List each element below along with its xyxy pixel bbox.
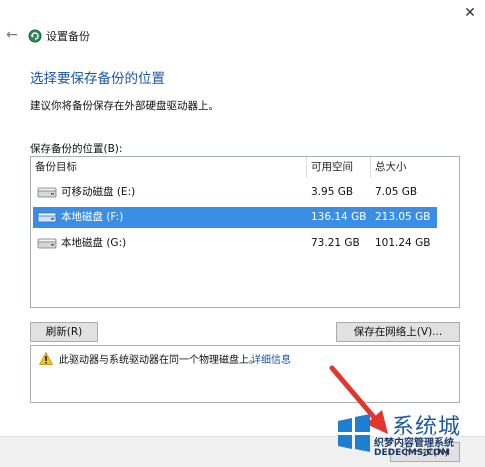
warning-icon: [39, 352, 53, 365]
drive-free-space: 73.21 GB: [311, 237, 360, 249]
page-heading: 选择要保存备份的位置: [30, 71, 165, 87]
column-header-target[interactable]: 备份目标: [31, 157, 307, 178]
windows-logo-icon: [338, 414, 370, 452]
description-text: 建议你将备份保存在外部硬盘驱动器上。: [30, 100, 219, 112]
warning-text: 此驱动器与系统驱动器在同一个物理磁盘上。: [59, 355, 259, 366]
save-on-network-button[interactable]: 保存在网络上(V)...: [336, 322, 460, 342]
drive-name: 本地磁盘 (G:): [61, 237, 127, 249]
drive-total-size: 101.24 GB: [375, 237, 431, 249]
details-link[interactable]: 详细信息: [251, 351, 291, 366]
watermark-url: DEDECMS.COM: [374, 448, 450, 458]
watermark-subtitle: 织梦内容管理系统: [374, 434, 454, 449]
location-label: 保存备份的位置(B):: [30, 143, 123, 155]
list-item-drive-f[interactable]: 本地磁盘 (F:) 136.14 GB 213.05 GB: [33, 207, 437, 228]
local-disk-icon: [37, 212, 57, 223]
drive-name: 可移动磁盘 (E:): [61, 186, 136, 198]
drive-name: 本地磁盘 (F:): [61, 211, 124, 223]
window-title: 设置备份: [46, 30, 90, 43]
removable-drive-icon: [37, 187, 57, 198]
drive-free-space: 3.95 GB: [311, 186, 354, 198]
close-icon[interactable]: ✕: [458, 2, 482, 24]
back-arrow-icon[interactable]: ←: [6, 26, 20, 44]
local-disk-icon: [37, 238, 57, 249]
drive-free-space: 136.14 GB: [311, 211, 367, 223]
column-header-total-size[interactable]: 总大小: [371, 157, 459, 178]
refresh-button[interactable]: 刷新(R): [30, 322, 98, 342]
list-item-drive-e[interactable]: 可移动磁盘 (E:) 3.95 GB 7.05 GB: [33, 182, 437, 203]
drive-total-size: 213.05 GB: [375, 211, 431, 223]
backup-icon: [28, 29, 42, 43]
watermark: 系统城 织梦内容管理系统 DEDECMS.COM: [330, 405, 485, 466]
drive-total-size: 7.05 GB: [375, 186, 418, 198]
column-header-free-space[interactable]: 可用空间: [307, 157, 371, 178]
list-item-drive-g[interactable]: 本地磁盘 (G:) 73.21 GB 101.24 GB: [33, 233, 437, 254]
backup-location-list[interactable]: 备份目标 可用空间 总大小 可移动磁盘 (E:) 3.95 GB 7.05 GB…: [30, 156, 460, 308]
